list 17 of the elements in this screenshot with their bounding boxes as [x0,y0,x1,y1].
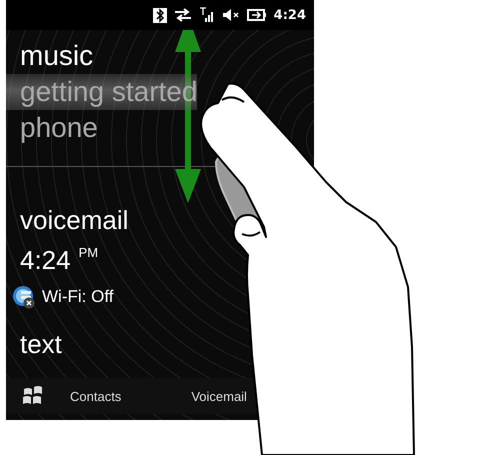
menu-item[interactable]: phone [6,110,98,146]
voicemail-title[interactable]: voicemail [20,203,128,237]
speaker-muted-icon [222,8,240,22]
sync-arrows-icon [174,8,192,22]
bluetooth-icon [152,8,167,22]
windows-logo-icon[interactable] [22,386,44,406]
softkey[interactable]: Voicemail [191,388,247,404]
clock-time: 4:24 [20,244,71,277]
text-title[interactable]: text [20,327,62,361]
softkey[interactable]: Contacts [70,388,122,404]
network-off-icon [12,285,36,309]
signal-icon [198,7,215,23]
menu-item[interactable]: music [6,38,94,74]
status-time: 4:24 [274,8,306,22]
battery-icon [246,8,267,22]
clock-suffix: PM [78,245,98,260]
wifi-status: Wi-Fi: Off [42,287,114,307]
